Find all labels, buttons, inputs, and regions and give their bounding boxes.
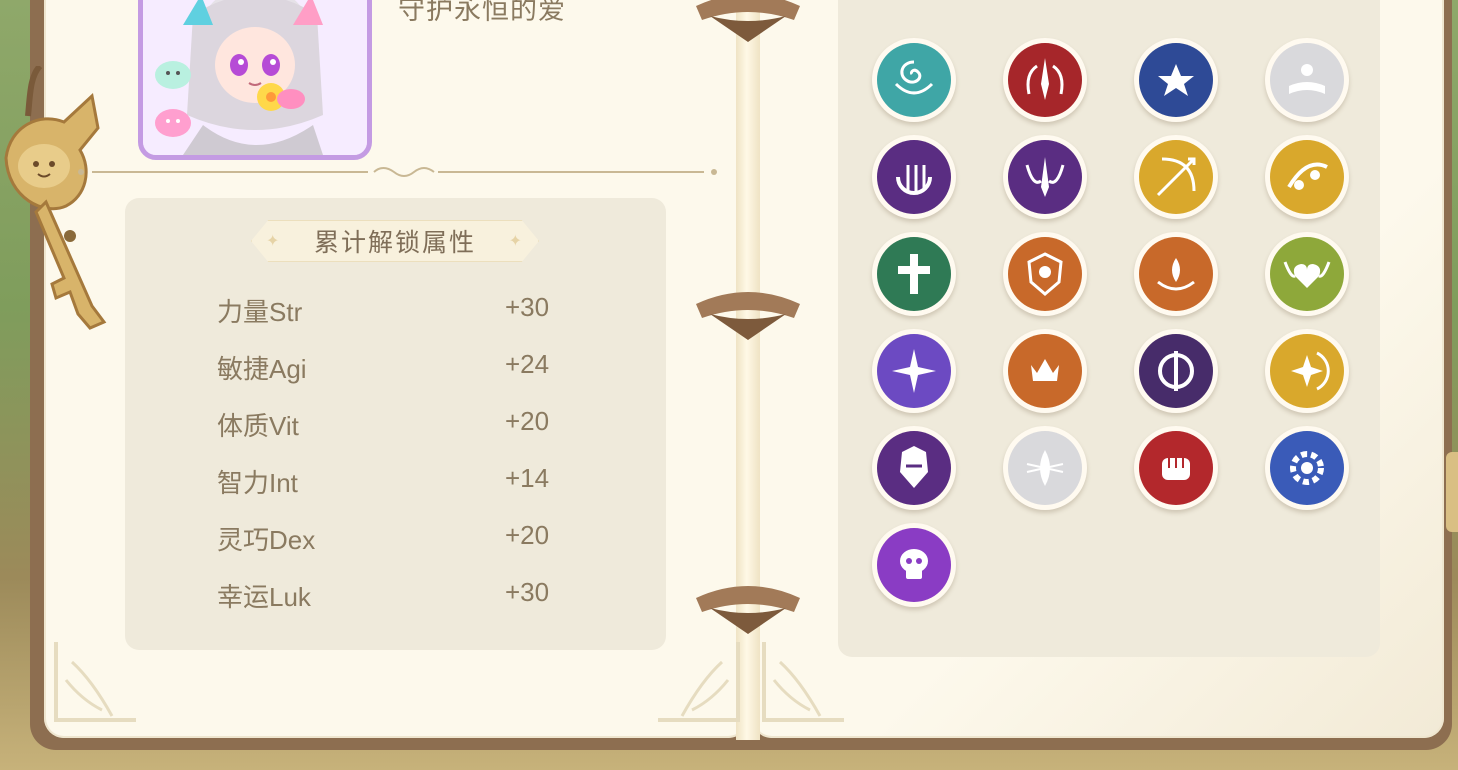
compass-moon-icon (1270, 334, 1344, 408)
class-emblem-badge[interactable] (1003, 232, 1087, 316)
class-emblem-badge[interactable] (872, 523, 956, 607)
trident-crescent-icon (877, 140, 951, 214)
class-emblem-badge[interactable] (1134, 329, 1218, 413)
stat-row-vit: 体质Vit +20 (217, 406, 577, 446)
class-emblem-badge[interactable] (872, 329, 956, 413)
armored-helm-icon (877, 431, 951, 505)
class-emblem-badge[interactable] (872, 135, 956, 219)
class-emblem-badge[interactable] (1265, 38, 1349, 122)
stat-row-dex: 灵巧Dex +20 (217, 520, 577, 560)
stat-value: +20 (505, 406, 550, 436)
winged-heart-icon (1270, 237, 1344, 311)
winged-star-icon (1139, 43, 1213, 117)
class-emblem-badge[interactable] (1003, 38, 1087, 122)
holy-cross-icon (877, 237, 951, 311)
corner-flourish-icon (54, 642, 136, 722)
skull-icon (877, 528, 951, 602)
dagger-wings-icon (1008, 140, 1082, 214)
sparkle-icon: ✦ (508, 233, 524, 250)
binder-ring (690, 578, 806, 636)
side-tab[interactable] (1446, 452, 1458, 532)
panel-title-banner: ✦ 累计解锁属性 ✦ (251, 220, 539, 262)
class-emblem-badge[interactable] (1003, 135, 1087, 219)
stat-value: +30 (505, 577, 550, 607)
binder-ring (690, 0, 806, 44)
corner-flourish-icon (658, 642, 740, 722)
scythe-icon (1139, 334, 1213, 408)
class-emblem-badge[interactable] (1134, 232, 1218, 316)
book-icon (1270, 43, 1344, 117)
stat-name: 体质Vit (217, 411, 299, 441)
stat-row-str: 力量Str +30 (217, 292, 577, 332)
lotus-icon (1139, 237, 1213, 311)
stat-name: 幸运Luk (217, 582, 311, 612)
class-emblem-badge[interactable] (1003, 426, 1087, 510)
ornamental-divider (78, 167, 717, 177)
binder-ring (690, 284, 806, 342)
cog-icon (1270, 431, 1344, 505)
class-emblem-badge[interactable] (1003, 329, 1087, 413)
character-portrait[interactable] (138, 0, 372, 160)
sparkle-icon: ✦ (266, 233, 282, 250)
character-title: 守护永恒的爱 (398, 0, 566, 25)
stat-name: 力量Str (217, 297, 303, 327)
attributes-panel: ✦ 累计解锁属性 ✦ 力量Str +30 敏捷Agi +24 体质Vit +20… (125, 198, 666, 650)
class-emblem-badge[interactable] (1134, 135, 1218, 219)
class-emblem-badge[interactable] (1265, 232, 1349, 316)
stat-row-agi: 敏捷Agi +24 (217, 349, 577, 389)
stat-name: 灵巧Dex (217, 525, 316, 555)
shuriken-icon (877, 334, 951, 408)
class-emblem-badge[interactable] (1265, 329, 1349, 413)
key-ornament-icon (0, 63, 110, 336)
class-emblem-badge[interactable] (1265, 426, 1349, 510)
stat-value: +20 (505, 520, 550, 550)
ornate-swirl-icon (877, 43, 951, 117)
bow-arrow-icon (1139, 140, 1213, 214)
class-emblem-badge[interactable] (872, 426, 956, 510)
crown-gear-icon (1008, 334, 1082, 408)
fist-icon (1139, 431, 1213, 505)
stat-value: +24 (505, 349, 550, 379)
stat-value: +30 (505, 292, 550, 322)
attributes-title: 累计解锁属性 (313, 229, 476, 257)
lotus-blade-icon (1008, 431, 1082, 505)
class-emblem-badge[interactable] (872, 38, 956, 122)
class-emblem-badge[interactable] (1134, 426, 1218, 510)
flame-sword-icon (1008, 43, 1082, 117)
stat-row-int: 智力Int +14 (217, 463, 577, 503)
class-emblem-badge[interactable] (1134, 38, 1218, 122)
stat-name: 智力Int (217, 468, 298, 498)
stat-value: +14 (505, 463, 550, 493)
music-note-icon (1270, 140, 1344, 214)
stat-row-luk: 幸运Luk +30 (217, 577, 577, 617)
crest-shield-icon (1008, 237, 1082, 311)
stat-name: 敏捷Agi (217, 354, 307, 384)
class-emblem-badge[interactable] (1265, 135, 1349, 219)
class-emblem-badge[interactable] (872, 232, 956, 316)
corner-flourish-icon (762, 642, 844, 722)
